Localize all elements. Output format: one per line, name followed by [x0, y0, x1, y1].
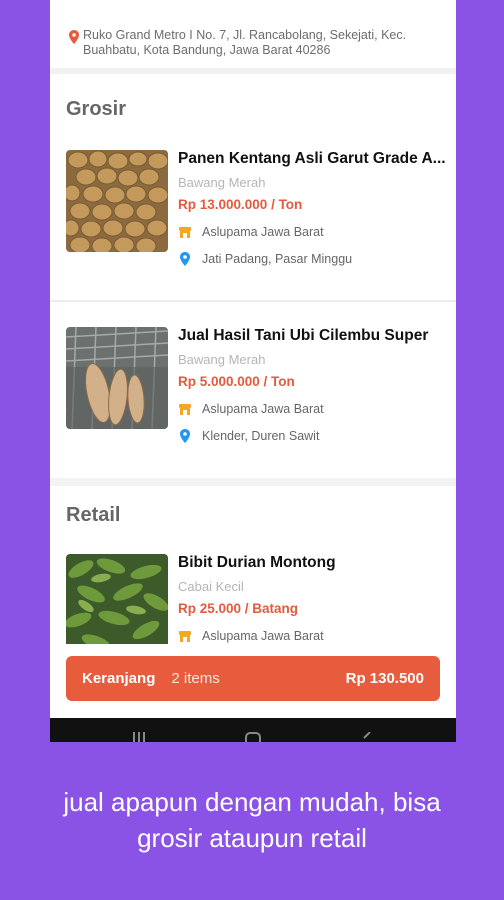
cart-item-count: 2 items	[171, 670, 220, 687]
seller-name: Aslupama Jawa Barat	[202, 225, 324, 239]
cart-label: Keranjang	[82, 670, 156, 687]
caption-line-1: jual apapun dengan mudah, bisa	[63, 787, 441, 817]
recent-apps-icon[interactable]	[132, 732, 146, 742]
product-card[interactable]: Jual Hasil Tani Ubi Cilembu Super Bawang…	[50, 317, 456, 477]
seller-name: Aslupama Jawa Barat	[202, 402, 324, 416]
home-icon[interactable]	[245, 732, 261, 742]
product-category: Bawang Merah	[178, 352, 266, 367]
store-icon	[179, 404, 191, 415]
section-title-retail: Retail	[66, 504, 121, 526]
cart-total: Rp 130.500	[345, 670, 424, 687]
store-icon	[179, 227, 191, 238]
caption-line-2: grosir ataupun retail	[137, 823, 367, 853]
divider	[50, 300, 456, 302]
location-pin-icon	[180, 252, 190, 266]
product-location: Klender, Duren Sawit	[178, 429, 319, 443]
product-category: Bawang Merah	[178, 175, 266, 190]
product-name: Bibit Durian Montong	[178, 554, 336, 571]
product-card[interactable]: Panen Kentang Asli Garut Grade A... Bawa…	[50, 140, 456, 300]
location-name: Klender, Duren Sawit	[202, 429, 320, 443]
product-image-potato	[66, 150, 168, 252]
product-seller: Aslupama Jawa Barat	[178, 629, 324, 643]
product-price: Rp 5.000.000 / Ton	[178, 374, 295, 389]
product-seller: Aslupama Jawa Barat	[178, 225, 324, 239]
cart-button[interactable]: Keranjang 2 items Rp 130.500	[66, 656, 440, 701]
product-location: Jati Padang, Pasar Minggu	[178, 252, 352, 266]
product-name: Panen Kentang Asli Garut Grade A...	[178, 150, 446, 167]
location-pin-icon	[69, 30, 79, 44]
product-image-durian-seedling	[66, 554, 168, 644]
seller-name: Aslupama Jawa Barat	[202, 629, 324, 643]
back-icon[interactable]	[362, 732, 372, 742]
system-navigation-bar	[50, 718, 456, 742]
product-category: Cabai Kecil	[178, 579, 244, 594]
product-price: Rp 13.000.000 / Ton	[178, 197, 303, 212]
location-name: Jati Padang, Pasar Minggu	[202, 252, 353, 266]
promo-caption: jual apapun dengan mudah, bisa grosir at…	[0, 784, 504, 856]
product-image-sweet-potato	[66, 327, 168, 429]
phone-screen: Ruko Grand Metro I No. 7, Jl. Rancabolan…	[50, 0, 456, 742]
product-name: Jual Hasil Tani Ubi Cilembu Super	[178, 327, 429, 344]
location-pin-icon	[180, 429, 190, 443]
section-gap	[50, 478, 456, 486]
address-text: Ruko Grand Metro I No. 7, Jl. Rancabolan…	[83, 28, 407, 57]
store-icon	[179, 631, 191, 642]
product-card[interactable]: Bibit Durian Montong Cabai Kecil Rp 25.0…	[50, 544, 456, 644]
address-bar: Ruko Grand Metro I No. 7, Jl. Rancabolan…	[50, 0, 456, 74]
section-title-grosir: Grosir	[66, 98, 127, 120]
product-price: Rp 25.000 / Batang	[178, 601, 299, 616]
product-seller: Aslupama Jawa Barat	[178, 402, 324, 416]
